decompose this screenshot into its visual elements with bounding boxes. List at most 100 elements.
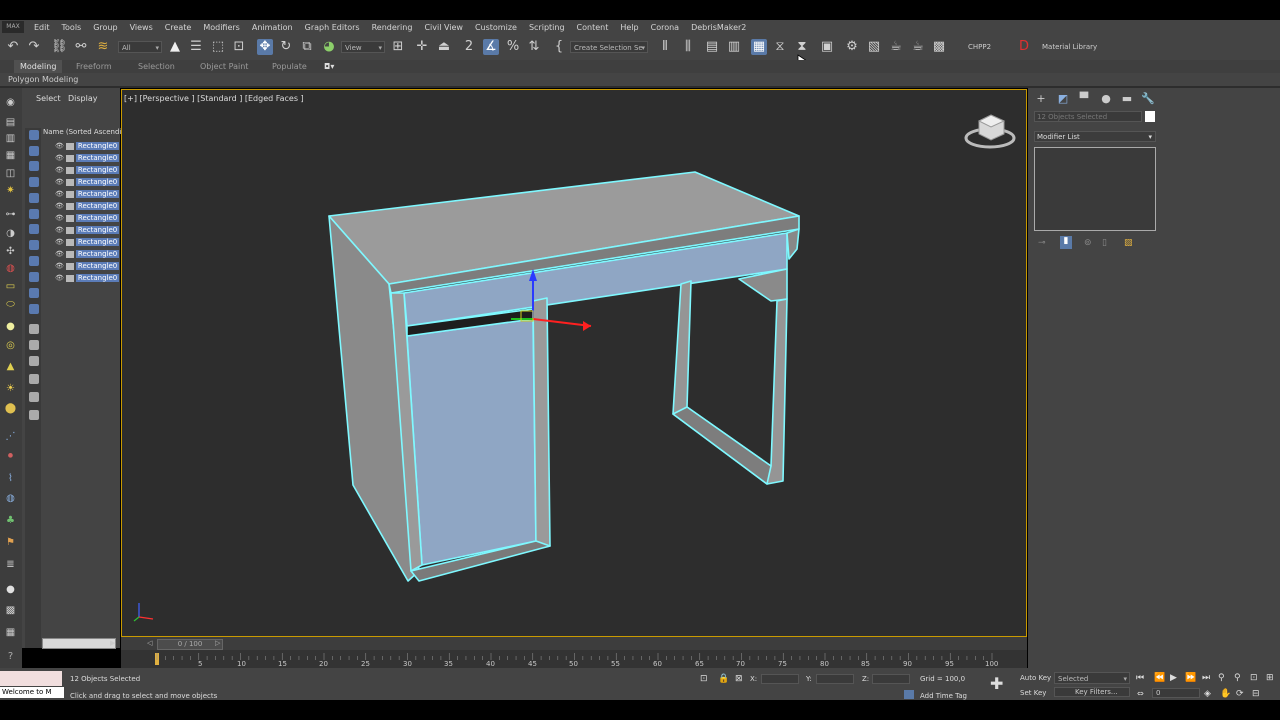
- motion-panel-icon[interactable]: ●: [1099, 92, 1113, 106]
- leg-frame-bottom[interactable]: [672, 406, 772, 485]
- matte-sphere-icon[interactable]: ●: [3, 583, 18, 596]
- filter-cameras-icon[interactable]: [29, 177, 39, 187]
- eye-icon[interactable]: 👁: [55, 250, 64, 258]
- curve-editor-icon[interactable]: ⧖: [772, 39, 788, 55]
- zoom-extents-all-icon[interactable]: ⊞: [1266, 673, 1274, 683]
- place-icon[interactable]: ◕: [321, 39, 337, 55]
- spacewarp-icon[interactable]: ◑: [3, 227, 18, 240]
- modifier-stack[interactable]: [1034, 147, 1156, 231]
- select-by-name-icon[interactable]: ☰: [188, 39, 204, 55]
- list-item[interactable]: 👁 Rectangle0: [43, 261, 119, 272]
- layer-explorer-icon[interactable]: ▥: [726, 39, 742, 55]
- render-iterative-icon[interactable]: ☕: [910, 39, 926, 55]
- eye-icon[interactable]: 👁: [55, 262, 64, 270]
- filter-bones-icon[interactable]: [29, 256, 39, 266]
- eye-icon[interactable]: 👁: [55, 154, 64, 162]
- bind-spacewarp-icon[interactable]: ≋: [95, 39, 111, 55]
- go-to-end-icon[interactable]: ⏭: [1202, 673, 1210, 683]
- globe-icon[interactable]: ◍: [3, 492, 18, 505]
- sun-icon[interactable]: ☀: [3, 382, 18, 395]
- set-keys-icon[interactable]: ✚: [990, 674, 1003, 693]
- fur-icon[interactable]: ≣: [3, 558, 18, 571]
- key-filters-button[interactable]: Key Filters...: [1054, 687, 1130, 697]
- scroll-right-icon[interactable]: ▶: [110, 639, 115, 647]
- play-icon[interactable]: ▶: [1170, 673, 1177, 683]
- rendered-frame-window-icon[interactable]: ▧: [866, 39, 882, 55]
- filter-helpers-icon[interactable]: [29, 193, 39, 203]
- maximize-viewport-icon[interactable]: ⊟: [1252, 689, 1260, 699]
- set-key-button[interactable]: Set Key: [1020, 689, 1046, 697]
- rectangular-selection-icon[interactable]: ⬚: [210, 39, 226, 55]
- zoom-all-icon[interactable]: ⚲: [1234, 673, 1241, 683]
- key-mode-toggle-icon[interactable]: ⇔: [1137, 689, 1144, 698]
- make-unique-icon[interactable]: ⊚: [1084, 238, 1092, 248]
- list-item[interactable]: 👁 Rectangle0: [43, 165, 119, 176]
- absolute-mode-icon[interactable]: ⊠: [735, 674, 743, 684]
- pivot-center-icon[interactable]: ⊞: [390, 39, 406, 55]
- eye-icon[interactable]: 👁: [55, 226, 64, 234]
- filter-groups-icon[interactable]: [29, 224, 39, 234]
- object-name-field[interactable]: 12 Objects Selected: [1034, 111, 1142, 122]
- snaps-toggle-icon[interactable]: 2: [461, 39, 477, 55]
- filter-all-icon[interactable]: [29, 324, 39, 334]
- teapot-icon[interactable]: ⬤: [3, 402, 18, 415]
- particles-icon[interactable]: ⋰: [3, 430, 18, 443]
- helper-icon[interactable]: ⊶: [3, 208, 18, 221]
- menu-animation[interactable]: Animation: [252, 23, 293, 32]
- modifier-list-dropdown[interactable]: Modifier List: [1034, 131, 1156, 143]
- hierarchy-panel-icon[interactable]: ▀: [1077, 92, 1091, 106]
- toggle-ribbon-icon[interactable]: ▦: [751, 39, 767, 55]
- dynamics-icon[interactable]: ⚫: [3, 450, 18, 463]
- scene-explorer-toggle-icon[interactable]: ▤: [704, 39, 720, 55]
- menu-corona[interactable]: Corona: [651, 23, 679, 32]
- menu-tools[interactable]: Tools: [62, 23, 82, 32]
- render-setup-icon[interactable]: ⚙: [844, 39, 860, 55]
- list-item[interactable]: 👁 Rectangle0: [43, 141, 119, 152]
- pin-stack-icon[interactable]: ⊸: [1038, 238, 1046, 248]
- menu-civil-view[interactable]: Civil View: [424, 23, 463, 32]
- menu-help[interactable]: Help: [620, 23, 638, 32]
- eye-icon[interactable]: 👁: [55, 190, 64, 198]
- scene-explorer-icon[interactable]: ◉: [3, 96, 18, 109]
- chpp2-button[interactable]: CHPP2: [968, 41, 991, 53]
- create-panel-icon[interactable]: +: [1034, 92, 1048, 106]
- time-prev-icon[interactable]: ◁: [147, 639, 152, 647]
- filter-containers-icon[interactable]: [29, 272, 39, 282]
- list-item[interactable]: 👁 Rectangle0: [43, 153, 119, 164]
- filter-none-icon[interactable]: [29, 340, 39, 350]
- maxscript-listener-pink[interactable]: [0, 671, 62, 686]
- select-object-icon[interactable]: ▲: [167, 39, 183, 55]
- menu-modifiers[interactable]: Modifiers: [203, 23, 240, 32]
- orbit-icon[interactable]: ⟳: [1236, 689, 1244, 699]
- desk-top-right-end[interactable]: [786, 228, 800, 260]
- layers-icon[interactable]: ▤: [3, 116, 18, 129]
- utilities-panel-icon[interactable]: 🔧: [1141, 92, 1155, 106]
- go-to-start-icon[interactable]: ⏮: [1136, 673, 1144, 683]
- redo-icon[interactable]: ↷: [26, 39, 42, 55]
- configure-modifier-sets-icon[interactable]: ▨: [1124, 238, 1133, 248]
- selection-filter-dropdown[interactable]: All: [118, 41, 162, 53]
- pan-icon[interactable]: ✋: [1220, 689, 1231, 699]
- menu-debrismaker2[interactable]: DebrisMaker2: [691, 23, 746, 32]
- current-frame-field[interactable]: 0: [1152, 688, 1200, 698]
- list-item[interactable]: 👁 Rectangle0: [43, 225, 119, 236]
- spinner-snap-icon[interactable]: ⇅: [526, 39, 542, 55]
- cabinet-divider[interactable]: [532, 297, 551, 550]
- time-next-icon[interactable]: ▷: [215, 639, 220, 647]
- grid-icon[interactable]: ▦: [3, 149, 18, 162]
- render-icon[interactable]: ◍: [3, 262, 18, 275]
- ribbon-options-icon[interactable]: ◘▾: [324, 60, 334, 73]
- filter-invert-icon[interactable]: [29, 356, 39, 366]
- manipulate-icon[interactable]: ✛: [414, 39, 430, 55]
- menu-rendering[interactable]: Rendering: [372, 23, 413, 32]
- ribbon-tab-freeform[interactable]: Freeform: [76, 60, 112, 73]
- select-and-rotate-icon[interactable]: ↻: [278, 39, 294, 55]
- cylinder-icon[interactable]: ⬭: [3, 298, 18, 311]
- filter-options-icon[interactable]: [29, 392, 39, 402]
- maxscript-mini-listener[interactable]: Welcome to M: [0, 687, 64, 698]
- eye-icon[interactable]: 👁: [55, 202, 64, 210]
- explorer-tab-display[interactable]: Display: [68, 94, 98, 103]
- cabinet-door[interactable]: [406, 318, 537, 566]
- edit-named-selection-icon[interactable]: {: [551, 39, 567, 55]
- eye-icon[interactable]: 👁: [55, 274, 64, 282]
